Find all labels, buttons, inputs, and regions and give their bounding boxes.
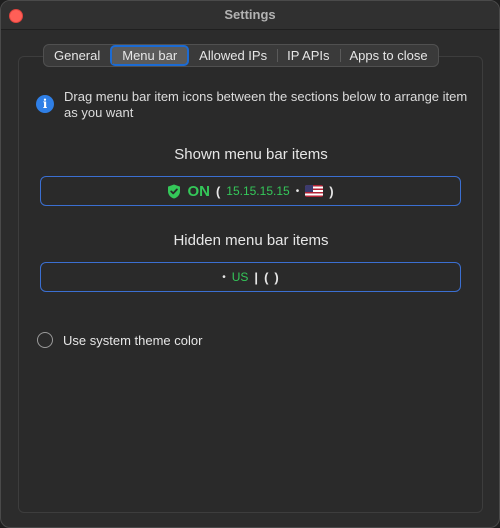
country-code-item[interactable]: US — [232, 270, 249, 284]
tab-ip-apis[interactable]: IP APIs — [277, 45, 339, 66]
us-flag-icon[interactable] — [305, 185, 324, 197]
pipe-separator-item[interactable]: | — [254, 270, 258, 285]
info-text: Drag menu bar item icons between the sec… — [64, 89, 468, 120]
settings-window: Settings General Menu bar Allowed IPs IP… — [0, 0, 500, 528]
system-theme-radio[interactable] — [37, 332, 53, 348]
hidden-items-title: Hidden menu bar items — [173, 232, 329, 249]
tab-allowed-ips[interactable]: Allowed IPs — [189, 45, 277, 66]
close-paren[interactable]: ) — [274, 270, 278, 285]
tab-bar: General Menu bar Allowed IPs IP APIs App… — [43, 44, 439, 67]
window-title: Settings — [224, 7, 276, 22]
system-theme-label[interactable]: Use system theme color — [63, 333, 202, 348]
shown-items-title: Shown menu bar items — [174, 146, 328, 163]
shown-items-dropzone[interactable]: ON ( 15.15.15.15 • ) — [40, 176, 461, 206]
open-paren: ( — [215, 183, 221, 199]
tab-general[interactable]: General — [44, 45, 110, 66]
hidden-items-dropzone[interactable]: • US | ( ) — [40, 262, 461, 292]
shield-check-icon[interactable] — [167, 184, 181, 199]
tab-apps-to-close[interactable]: Apps to close — [339, 45, 438, 66]
vpn-status-label[interactable]: ON — [187, 183, 210, 200]
separator-dot[interactable]: • — [222, 272, 226, 283]
separator-dot[interactable]: • — [296, 186, 300, 197]
ip-address-item[interactable]: 15.15.15.15 — [226, 184, 289, 198]
info-icon: i — [36, 95, 54, 113]
close-paren: ) — [329, 183, 334, 199]
open-paren[interactable]: ( — [264, 270, 268, 285]
title-bar: Settings — [1, 1, 499, 30]
tab-menu-bar[interactable]: Menu bar — [110, 45, 190, 66]
